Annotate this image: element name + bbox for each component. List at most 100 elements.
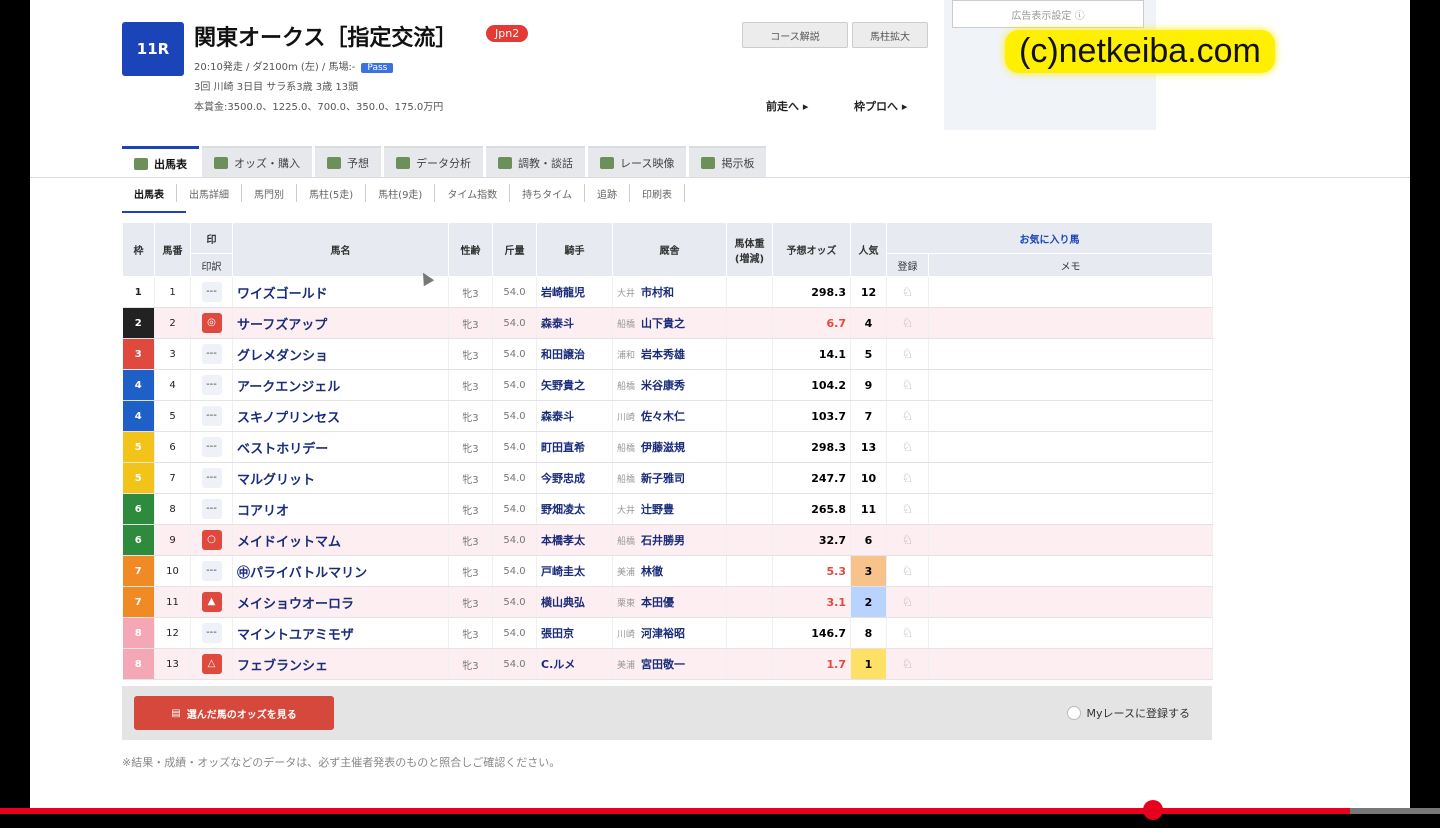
trainer-cell[interactable]: 美浦 宮田敬一: [612, 648, 727, 680]
memo-cell[interactable]: [928, 648, 1213, 680]
memo-cell[interactable]: [928, 431, 1213, 463]
mark-selector[interactable]: ---: [201, 406, 222, 426]
trainer-cell[interactable]: 美浦 林徹: [612, 555, 727, 587]
favorite-register-icon[interactable]: ♘: [886, 307, 929, 339]
mark-cell[interactable]: ---: [190, 493, 233, 525]
trainer-cell[interactable]: 船橋 新子雅司: [612, 462, 727, 494]
trainer-cell[interactable]: 栗東 本田優: [612, 586, 727, 618]
subtab-6[interactable]: 持ちタイム: [510, 184, 585, 202]
mark-selector[interactable]: ---: [201, 375, 222, 395]
trainer-name[interactable]: 河津裕昭: [641, 627, 685, 640]
trainer-name[interactable]: 岩本秀雄: [641, 348, 685, 361]
horse-name-link[interactable]: メイショウオーロラ: [232, 586, 449, 618]
course-button[interactable]: コース解説: [742, 22, 848, 48]
trainer-cell[interactable]: 浦和 岩本秀雄: [612, 338, 727, 370]
trainer-name[interactable]: 市村和: [641, 286, 674, 299]
favorite-register-icon[interactable]: ♘: [886, 276, 929, 308]
mark-selector[interactable]: ---: [201, 437, 222, 457]
mark-cell[interactable]: ○: [190, 524, 233, 556]
favorite-register-icon[interactable]: ♘: [886, 431, 929, 463]
trainer-name[interactable]: 伊藤滋規: [641, 441, 685, 454]
mark-selector[interactable]: ▲: [201, 592, 222, 612]
horse-name-link[interactable]: マイントユアミモザ: [232, 617, 449, 649]
jockey-link[interactable]: 岩崎龍児: [536, 276, 613, 308]
trainer-name[interactable]: 山下貴之: [641, 317, 685, 330]
tab-6[interactable]: 掲示板: [689, 146, 767, 178]
favorite-register-icon[interactable]: ♘: [886, 586, 929, 618]
favorite-register-icon[interactable]: ♘: [886, 338, 929, 370]
ad-settings-button[interactable]: 広告表示設定 ⓘ: [952, 0, 1144, 28]
col-weight[interactable]: 斤量: [492, 222, 537, 277]
horse-name-link[interactable]: フェブランシェ: [232, 648, 449, 680]
memo-cell[interactable]: [928, 369, 1213, 401]
subtab-4[interactable]: 馬柱(9走): [366, 184, 436, 202]
memo-cell[interactable]: [928, 555, 1213, 587]
favorite-register-icon[interactable]: ♘: [886, 493, 929, 525]
subtab-2[interactable]: 馬門別: [242, 184, 297, 202]
trainer-cell[interactable]: 川崎 佐々木仁: [612, 400, 727, 432]
mark-selector[interactable]: ---: [201, 623, 222, 643]
video-progress-track[interactable]: [1350, 808, 1440, 814]
trainer-cell[interactable]: 大井 市村和: [612, 276, 727, 308]
myrace-register[interactable]: Myレースに登録する: [1066, 705, 1190, 721]
jockey-link[interactable]: 町田直希: [536, 431, 613, 463]
myrace-checkbox[interactable]: [1066, 706, 1081, 720]
subtab-3[interactable]: 馬柱(5走): [297, 184, 367, 202]
jockey-link[interactable]: 森泰斗: [536, 307, 613, 339]
trainer-name[interactable]: 本田優: [641, 596, 674, 609]
mark-selector[interactable]: ◎: [201, 313, 222, 333]
mark-selector[interactable]: ---: [201, 561, 222, 581]
subtab-0[interactable]: 出馬表: [122, 184, 177, 202]
mark-selector[interactable]: ---: [201, 344, 222, 364]
tab-5[interactable]: レース映像: [588, 146, 687, 178]
mark-cell[interactable]: ▲: [190, 586, 233, 618]
tab-1[interactable]: オッズ・購入: [202, 146, 312, 178]
col-horse[interactable]: 馬名: [232, 222, 449, 277]
jockey-link[interactable]: 張田京: [536, 617, 613, 649]
next-race-link[interactable]: 枠プロへ ▸: [854, 98, 907, 114]
favorite-register-icon[interactable]: ♘: [886, 555, 929, 587]
trainer-cell[interactable]: 船橋 石井勝男: [612, 524, 727, 556]
trainer-cell[interactable]: 大井 辻野豊: [612, 493, 727, 525]
horse-list-button[interactable]: 馬柱拡大: [852, 22, 928, 48]
jockey-link[interactable]: 野畑凌太: [536, 493, 613, 525]
mark-selector[interactable]: ○: [201, 530, 222, 550]
col-fav-group[interactable]: お気に入り馬: [886, 222, 1213, 254]
subtab-5[interactable]: タイム指数: [435, 184, 511, 202]
mark-selector[interactable]: ---: [201, 499, 222, 519]
favorite-register-icon[interactable]: ♘: [886, 369, 929, 401]
horse-name-link[interactable]: ワイズゴールド: [232, 276, 449, 308]
horse-name-link[interactable]: グレメダンショ: [232, 338, 449, 370]
mark-selector[interactable]: ---: [201, 468, 222, 488]
jockey-link[interactable]: 今野忠成: [536, 462, 613, 494]
tab-4[interactable]: 調教・談話: [486, 146, 585, 178]
trainer-name[interactable]: 林徹: [641, 565, 663, 578]
col-umaban[interactable]: 馬番: [154, 222, 191, 277]
subtab-1[interactable]: 出馬詳細: [177, 184, 242, 202]
tab-0[interactable]: 出馬表: [122, 146, 199, 179]
mark-cell[interactable]: ◎: [190, 307, 233, 339]
favorite-register-icon[interactable]: ♘: [886, 400, 929, 432]
memo-cell[interactable]: [928, 524, 1213, 556]
horse-name-link[interactable]: サーフズアップ: [232, 307, 449, 339]
trainer-name[interactable]: 新子雅司: [641, 472, 685, 485]
mark-cell[interactable]: ---: [190, 617, 233, 649]
favorite-register-icon[interactable]: ♘: [886, 524, 929, 556]
horse-name-link[interactable]: ベストホリデー: [232, 431, 449, 463]
jockey-link[interactable]: 本橋孝太: [536, 524, 613, 556]
mark-selector[interactable]: ---: [201, 282, 222, 302]
subtab-8[interactable]: 印刷表: [630, 184, 685, 202]
trainer-name[interactable]: 石井勝男: [641, 534, 685, 547]
jockey-link[interactable]: 和田譲治: [536, 338, 613, 370]
memo-cell[interactable]: [928, 276, 1213, 308]
prev-race-link[interactable]: 前走へ ▸: [766, 98, 808, 114]
horse-name-link[interactable]: ㊥パライバトルマリン: [232, 555, 449, 587]
horse-name-link[interactable]: マルグリット: [232, 462, 449, 494]
jockey-link[interactable]: 横山典弘: [536, 586, 613, 618]
horse-name-link[interactable]: スキノプリンセス: [232, 400, 449, 432]
trainer-cell[interactable]: 船橋 米谷康秀: [612, 369, 727, 401]
trainer-name[interactable]: 辻野豊: [641, 503, 674, 516]
horse-name-link[interactable]: アークエンジェル: [232, 369, 449, 401]
horse-name-link[interactable]: コアリオ: [232, 493, 449, 525]
mark-cell[interactable]: ---: [190, 555, 233, 587]
